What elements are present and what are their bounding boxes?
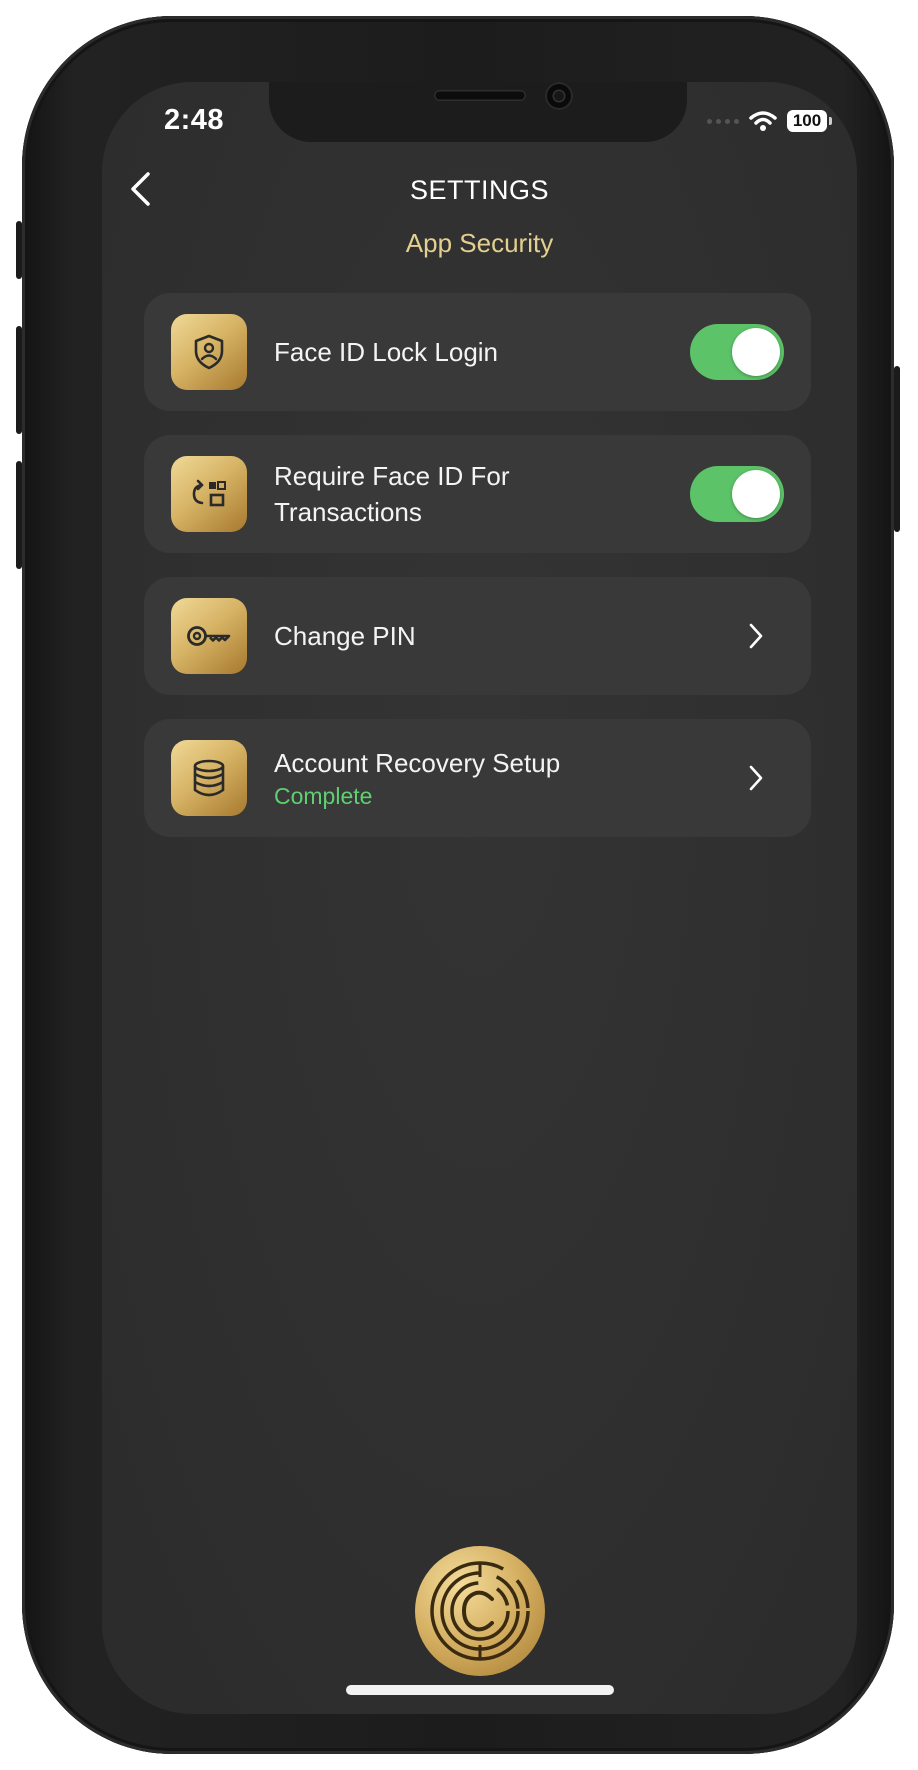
brand-logo-icon: [430, 1561, 530, 1661]
home-logo-button[interactable]: [415, 1546, 545, 1676]
status-complete-label: Complete: [274, 783, 373, 809]
home-indicator[interactable]: [346, 1685, 614, 1695]
status-time: 2:48: [164, 104, 225, 136]
face-id-lock-login-row[interactable]: Face ID Lock Login: [144, 293, 811, 411]
status-indicators: 100: [707, 110, 832, 132]
refresh-qr-icon: [171, 456, 247, 532]
setting-label: Face ID Lock Login: [274, 337, 499, 367]
volume-up-button: [16, 326, 22, 434]
key-icon: [171, 598, 247, 674]
silent-switch: [16, 221, 22, 279]
page-title: SETTINGS: [409, 175, 549, 205]
volume-down-button: [16, 461, 22, 569]
phone-frame: 2:48 100 SETTINGS App Security Face ID L…: [16, 16, 900, 1754]
app-screen: 2:48 100 SETTINGS App Security Face ID L…: [102, 82, 857, 1714]
wifi-icon: [749, 111, 777, 131]
power-button: [894, 366, 900, 532]
notch: [269, 82, 687, 142]
face-id-transactions-toggle[interactable]: [690, 466, 784, 522]
cellular-signal-icon: [707, 118, 739, 124]
battery-indicator: 100: [787, 110, 832, 132]
chevron-right-icon: [741, 620, 771, 652]
front-camera: [545, 82, 573, 110]
change-pin-row[interactable]: Change PIN: [144, 577, 811, 695]
toggle-knob: [732, 470, 780, 518]
toggle-knob: [732, 328, 780, 376]
account-recovery-setup-row[interactable]: Account Recovery Setup Complete: [144, 719, 811, 837]
speaker: [434, 90, 526, 101]
chevron-right-icon: [741, 762, 771, 794]
setting-label-group: Account Recovery Setup Complete: [274, 745, 644, 811]
setting-label: Change PIN: [274, 621, 416, 651]
require-face-id-transactions-row[interactable]: Require Face ID For Transactions: [144, 435, 811, 553]
setting-label: Require Face ID For Transactions: [274, 461, 510, 527]
database-icon: [171, 740, 247, 816]
shield-user-icon: [171, 314, 247, 390]
section-title: App Security: [405, 228, 554, 258]
setting-label: Account Recovery Setup: [274, 748, 561, 778]
face-id-lock-toggle[interactable]: [690, 324, 784, 380]
